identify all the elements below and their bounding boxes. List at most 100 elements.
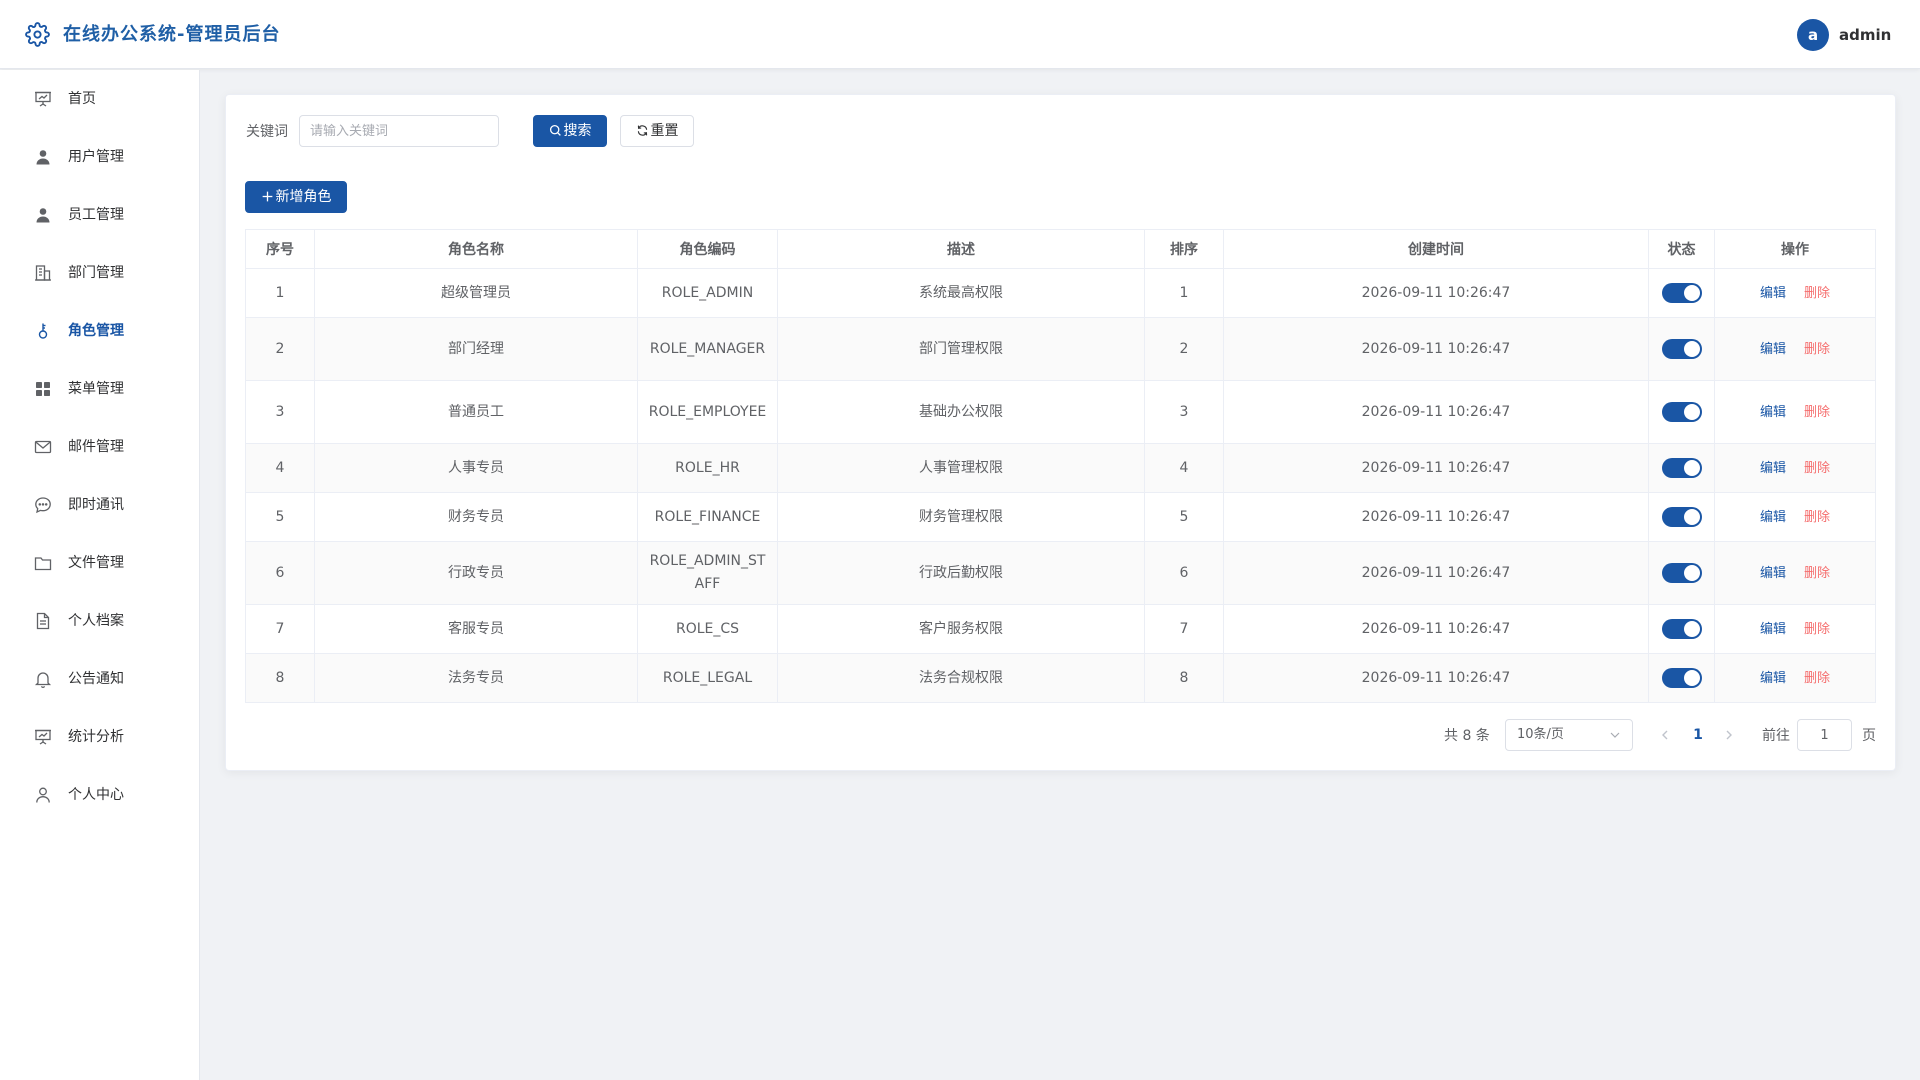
status-toggle[interactable] bbox=[1661, 562, 1702, 583]
delete-link[interactable]: 删除 bbox=[1804, 461, 1830, 476]
role-name: 客服专员 bbox=[314, 604, 638, 654]
sidebar-item-label: 角色管理 bbox=[68, 323, 124, 339]
sidebar-item[interactable]: 部门管理 bbox=[0, 244, 199, 302]
sidebar-item[interactable]: 个人档案 bbox=[0, 592, 199, 650]
keyword-input[interactable] bbox=[299, 115, 499, 147]
actions-cell: 编辑 删除 bbox=[1714, 541, 1876, 605]
table-header-row: 序号 角色名称 角色编码 描述 排序 创建时间 状态 操作 bbox=[245, 229, 1876, 269]
status-toggle[interactable] bbox=[1661, 618, 1702, 639]
reset-button[interactable]: 重置 bbox=[620, 115, 694, 147]
created-time: 2026-09-11 10:26:47 bbox=[1223, 653, 1649, 703]
delete-link[interactable]: 删除 bbox=[1804, 566, 1830, 581]
edit-link[interactable]: 编辑 bbox=[1760, 510, 1786, 525]
table-row: 1 超级管理员 ROLE_ADMIN 系统最高权限 1 2026-09-11 10:26:… bbox=[245, 268, 1876, 318]
edit-link[interactable]: 编辑 bbox=[1760, 286, 1786, 301]
sidebar-item[interactable]: 统计分析 bbox=[0, 708, 199, 766]
column-header: 状态 bbox=[1648, 229, 1715, 269]
sidebar-item-label: 即时通讯 bbox=[68, 497, 124, 513]
row-index: 7 bbox=[245, 604, 315, 654]
role-code: ROLE_MANAGER bbox=[637, 317, 778, 381]
plus-icon bbox=[262, 191, 272, 202]
status-toggle[interactable] bbox=[1661, 457, 1702, 478]
reset-button-label: 重置 bbox=[650, 123, 679, 139]
username[interactable]: admin bbox=[1839, 25, 1891, 45]
chevron-right-icon[interactable] bbox=[1723, 727, 1735, 743]
role-description: 法务合规权限 bbox=[777, 653, 1145, 703]
toggle-knob bbox=[1683, 284, 1700, 301]
sidebar-item[interactable]: 角色管理 bbox=[0, 302, 199, 360]
status-toggle[interactable] bbox=[1661, 401, 1702, 422]
document-icon bbox=[34, 612, 52, 630]
toggle-knob bbox=[1683, 459, 1700, 476]
folder-icon bbox=[34, 554, 52, 572]
office-building-icon bbox=[34, 264, 52, 282]
role-description: 行政后勤权限 bbox=[777, 541, 1145, 605]
grid-icon bbox=[34, 380, 52, 398]
role-name: 超级管理员 bbox=[314, 268, 638, 318]
edit-link[interactable]: 编辑 bbox=[1760, 461, 1786, 476]
column-header: 创建时间 bbox=[1223, 229, 1649, 269]
created-time: 2026-09-11 10:26:47 bbox=[1223, 541, 1649, 605]
delete-link[interactable]: 删除 bbox=[1804, 342, 1830, 357]
table-row: 7 客服专员 ROLE_CS 客户服务权限 7 2026-09-11 10:26:47 编辑… bbox=[245, 604, 1876, 654]
role-sort: 1 bbox=[1144, 268, 1224, 318]
sidebar-item[interactable]: 首页 bbox=[0, 70, 199, 128]
column-header: 角色编码 bbox=[637, 229, 778, 269]
status-toggle[interactable] bbox=[1661, 338, 1702, 359]
role-description: 基础办公权限 bbox=[777, 380, 1145, 444]
edit-link[interactable]: 编辑 bbox=[1760, 566, 1786, 581]
sidebar-item[interactable]: 菜单管理 bbox=[0, 360, 199, 418]
edit-link[interactable]: 编辑 bbox=[1760, 671, 1786, 686]
status-cell bbox=[1648, 268, 1715, 318]
actions-cell: 编辑 删除 bbox=[1714, 443, 1876, 493]
edit-link[interactable]: 编辑 bbox=[1760, 622, 1786, 637]
sidebar-item[interactable]: 员工管理 bbox=[0, 186, 199, 244]
add-role-button[interactable]: 新增角色 bbox=[245, 181, 347, 213]
sidebar-item[interactable]: 文件管理 bbox=[0, 534, 199, 592]
actions-cell: 编辑 删除 bbox=[1714, 380, 1876, 444]
role-code: ROLE_FINANCE bbox=[637, 492, 778, 542]
role-sort: 4 bbox=[1144, 443, 1224, 493]
status-toggle[interactable] bbox=[1661, 506, 1702, 527]
sidebar-item[interactable]: 公告通知 bbox=[0, 650, 199, 708]
chat-icon bbox=[34, 496, 52, 514]
status-toggle[interactable] bbox=[1661, 667, 1702, 688]
page-number-current[interactable]: 1 bbox=[1690, 725, 1706, 745]
delete-link[interactable]: 删除 bbox=[1804, 622, 1830, 637]
edit-link[interactable]: 编辑 bbox=[1760, 405, 1786, 420]
edit-link[interactable]: 编辑 bbox=[1760, 342, 1786, 357]
role-description: 客户服务权限 bbox=[777, 604, 1145, 654]
table-row: 6 行政专员 ROLE_ADMIN_STAFF 行政后勤权限 6 2026-09-11 1… bbox=[245, 541, 1876, 605]
search-button[interactable]: 搜索 bbox=[533, 115, 607, 147]
status-cell bbox=[1648, 541, 1715, 605]
sidebar-item[interactable]: 个人中心 bbox=[0, 766, 199, 824]
created-time: 2026-09-11 10:26:47 bbox=[1223, 380, 1649, 444]
user-icon bbox=[34, 206, 52, 224]
status-toggle[interactable] bbox=[1661, 282, 1702, 303]
role-description: 部门管理权限 bbox=[777, 317, 1145, 381]
page-size-select[interactable]: 10条/页 bbox=[1505, 719, 1633, 751]
status-cell bbox=[1648, 653, 1715, 703]
delete-link[interactable]: 删除 bbox=[1804, 286, 1830, 301]
toggle-knob bbox=[1683, 508, 1700, 525]
role-sort: 6 bbox=[1144, 541, 1224, 605]
page-size-value: 10条/页 bbox=[1517, 727, 1564, 742]
key-icon bbox=[34, 322, 52, 340]
role-name: 部门经理 bbox=[314, 317, 638, 381]
delete-link[interactable]: 删除 bbox=[1804, 671, 1830, 686]
actions-cell: 编辑 删除 bbox=[1714, 268, 1876, 318]
column-header: 描述 bbox=[777, 229, 1145, 269]
sidebar-item[interactable]: 邮件管理 bbox=[0, 418, 199, 476]
created-time: 2026-09-11 10:26:47 bbox=[1223, 604, 1649, 654]
delete-link[interactable]: 删除 bbox=[1804, 405, 1830, 420]
goto-page-input[interactable] bbox=[1797, 719, 1852, 751]
presentation-icon bbox=[34, 728, 52, 746]
avatar[interactable]: a bbox=[1797, 19, 1829, 51]
sidebar-item[interactable]: 即时通讯 bbox=[0, 476, 199, 534]
toggle-knob bbox=[1683, 564, 1700, 581]
actions-cell: 编辑 删除 bbox=[1714, 653, 1876, 703]
chevron-left-icon[interactable] bbox=[1659, 727, 1671, 743]
row-index: 2 bbox=[245, 317, 315, 381]
sidebar-item[interactable]: 用户管理 bbox=[0, 128, 199, 186]
delete-link[interactable]: 删除 bbox=[1804, 510, 1830, 525]
